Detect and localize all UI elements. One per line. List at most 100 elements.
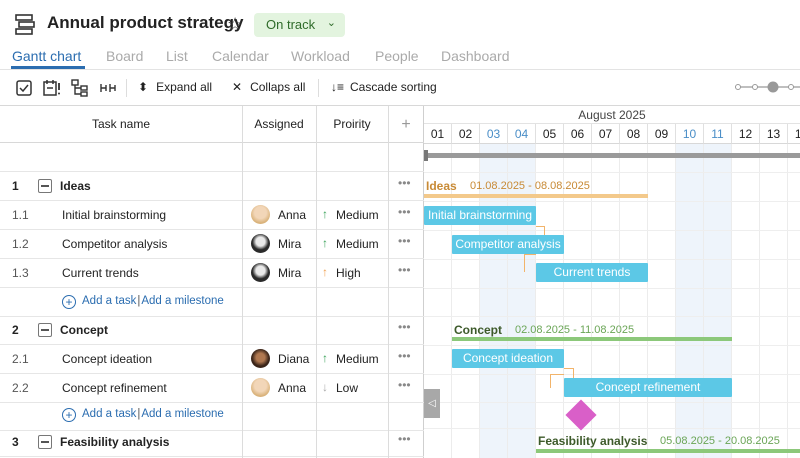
add-column-button[interactable]: + xyxy=(388,106,424,143)
row-line xyxy=(424,172,800,173)
task-name: Competitor analysis xyxy=(62,237,168,251)
tab-gantt-chart[interactable]: Gantt chart xyxy=(12,48,81,64)
priority-up-icon: ↑ xyxy=(322,351,328,365)
table-row[interactable]: 1.2 Competitor analysis Mira ↑ Medium ••… xyxy=(0,230,424,259)
assignee-name: Diana xyxy=(278,352,310,366)
collapse-toggle-icon[interactable] xyxy=(38,179,52,193)
add-milestone-link[interactable]: Add a milestone xyxy=(141,408,223,420)
table-row[interactable]: 2.1 Concept ideation Diana ↑ Medium ••• xyxy=(0,345,424,374)
task-bar[interactable]: Concept refinement xyxy=(564,378,732,397)
page-title: Annual product strategy xyxy=(47,13,244,32)
add-task-link[interactable]: Add a task xyxy=(82,408,136,420)
more-icon[interactable]: ••• xyxy=(398,205,411,219)
more-icon[interactable]: ••• xyxy=(398,263,411,277)
priority-down-icon: ↓ xyxy=(322,380,328,394)
more-icon[interactable]: ••• xyxy=(398,176,411,190)
calendar-alert-icon[interactable] xyxy=(42,78,62,98)
group-row[interactable]: 3 Feasibility analysis ••• xyxy=(0,428,424,457)
row-number: 1.2 xyxy=(12,237,29,251)
priority-up-icon: ↑ xyxy=(322,207,328,221)
day-label: 03 xyxy=(480,124,508,144)
task-name: Concept ideation xyxy=(62,352,153,366)
project-summary-bar[interactable] xyxy=(424,150,800,161)
status-dropdown[interactable]: On track ⌄ xyxy=(254,13,345,37)
zoom-slider[interactable] xyxy=(733,80,800,94)
priority-up-icon: ↑ xyxy=(322,236,328,250)
day-column xyxy=(760,144,788,458)
assignee-name: Mira xyxy=(278,266,302,280)
baseline-icon[interactable] xyxy=(98,78,118,98)
group-bar[interactable] xyxy=(536,449,800,453)
tab-board[interactable]: Board xyxy=(106,48,143,64)
day-label: 06 xyxy=(564,124,592,144)
plus-circle-icon[interactable]: + xyxy=(62,295,76,309)
table-row[interactable]: 1.3 Current trends Mira ↑ High ••• xyxy=(0,259,424,288)
tab-dashboard[interactable]: Dashboard xyxy=(441,48,510,64)
group-bar-label: Ideas xyxy=(426,179,457,193)
task-bar[interactable]: Concept ideation xyxy=(452,349,564,368)
collapse-toggle-icon[interactable] xyxy=(38,323,52,337)
group-name: Ideas xyxy=(60,179,91,193)
priority-value: Low xyxy=(336,381,359,395)
hierarchy-icon[interactable] xyxy=(70,78,90,98)
task-bar[interactable]: Competitor analysis xyxy=(452,235,564,254)
collapse-all-button[interactable]: ✕ Collaps all xyxy=(232,80,305,94)
separator: | xyxy=(137,295,141,307)
column-header-task-name[interactable]: Task name xyxy=(0,106,242,143)
group-bar-dates: 01.08.2025 - 08.08.2025 xyxy=(470,180,590,192)
priority-up-icon: ↑ xyxy=(322,265,328,279)
add-task-row: + Add a task|Add a milestone xyxy=(0,402,424,431)
project-icon xyxy=(15,14,35,35)
table-row[interactable]: 1.1 Initial brainstorming Anna ↑ Medium … xyxy=(0,201,424,230)
checkbox-icon[interactable] xyxy=(14,78,34,98)
plus-circle-icon[interactable]: + xyxy=(62,408,76,422)
task-bar[interactable]: Initial brainstorming xyxy=(424,206,536,225)
row-line xyxy=(424,288,800,289)
weekend-column xyxy=(704,144,732,458)
collapse-toggle-icon[interactable] xyxy=(38,435,52,449)
more-icon[interactable]: ••• xyxy=(398,349,411,363)
star-icon[interactable]: ☆ xyxy=(227,13,243,35)
group-row[interactable]: 2 Concept ••• xyxy=(0,316,424,345)
day-column xyxy=(620,144,648,458)
priority-value: Medium xyxy=(336,352,379,366)
avatar xyxy=(251,349,270,368)
add-task-link[interactable]: Add a task xyxy=(82,295,136,307)
more-icon[interactable]: ••• xyxy=(398,320,411,334)
group-name: Concept xyxy=(60,323,108,337)
add-milestone-link[interactable]: Add a milestone xyxy=(141,295,223,307)
day-column xyxy=(732,144,760,458)
row-line xyxy=(424,259,800,260)
row-line xyxy=(424,201,800,202)
more-icon[interactable]: ••• xyxy=(398,432,411,446)
tab-calendar[interactable]: Calendar xyxy=(212,48,269,64)
column-divider xyxy=(242,106,243,458)
row-number: 3 xyxy=(12,435,19,449)
row-number: 2.1 xyxy=(12,352,29,366)
day-column xyxy=(648,144,676,458)
row-line xyxy=(424,345,800,346)
tab-workload[interactable]: Workload xyxy=(291,48,350,64)
task-name: Initial brainstorming xyxy=(62,208,167,222)
column-divider xyxy=(316,106,317,458)
group-bar[interactable] xyxy=(452,337,732,341)
more-icon[interactable]: ••• xyxy=(398,378,411,392)
tabs-divider xyxy=(0,69,800,70)
group-row[interactable]: 1 Ideas ••• xyxy=(0,172,424,201)
cascade-sorting-button[interactable]: ↓≡ Cascade sorting xyxy=(331,80,437,94)
assignee-name: Anna xyxy=(278,381,307,395)
tab-people[interactable]: People xyxy=(375,48,419,64)
day-label: 04 xyxy=(508,124,536,144)
column-header-assigned[interactable]: Assigned xyxy=(242,106,316,143)
table-row[interactable]: 2.2 Concept refinement Anna ↓ Low ••• xyxy=(0,374,424,403)
tab-list[interactable]: List xyxy=(166,48,188,64)
expand-all-button[interactable]: ⬍ Expand all xyxy=(138,80,212,94)
group-bar[interactable] xyxy=(424,194,648,198)
task-bar[interactable]: Current trends xyxy=(536,263,648,282)
column-header-priority[interactable]: Proirity xyxy=(316,106,388,143)
toolbar-separator xyxy=(318,79,319,97)
column-divider xyxy=(388,106,389,458)
day-label: 05 xyxy=(536,124,564,144)
more-icon[interactable]: ••• xyxy=(398,234,411,248)
collapse-panel-handle[interactable]: ◁ xyxy=(424,389,440,418)
